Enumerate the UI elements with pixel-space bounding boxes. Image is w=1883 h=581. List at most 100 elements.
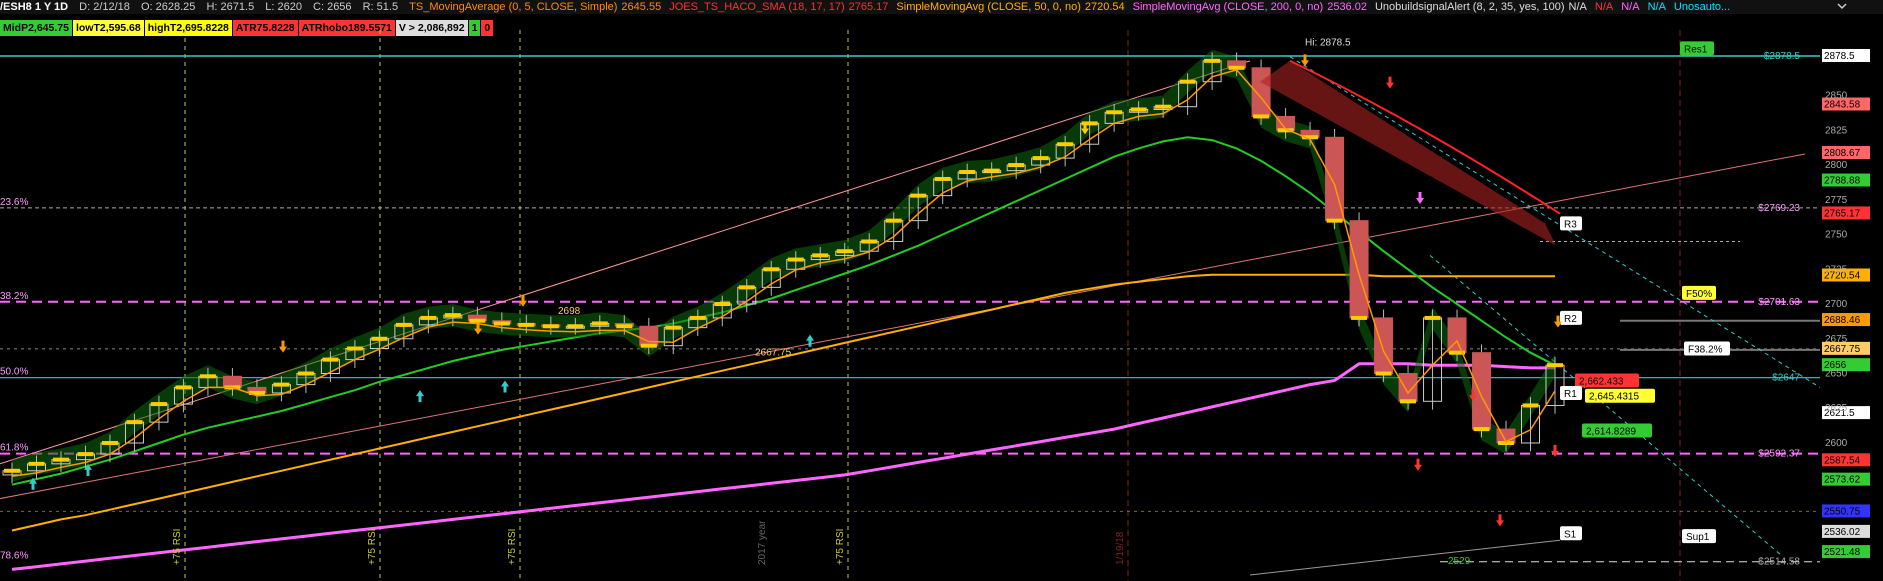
candle-marker — [1032, 156, 1049, 161]
level-tag-text: R3 — [1564, 219, 1577, 230]
candle-marker — [420, 315, 437, 320]
candle-marker — [1351, 315, 1368, 320]
candle-marker — [1522, 403, 1539, 408]
candle-marker — [787, 257, 804, 262]
candle-marker — [346, 346, 363, 351]
candle-body — [1374, 317, 1394, 375]
candle-marker — [1204, 58, 1221, 63]
candle-marker — [542, 324, 559, 329]
candle-marker — [934, 176, 951, 181]
axis-badge: 2878.5 — [1822, 48, 1870, 62]
axis-badge: 2536.02 — [1822, 524, 1870, 538]
y-tick-label: 2600 — [1825, 438, 1848, 449]
candle-body — [1398, 373, 1418, 402]
axis-badge-text: 2573.62 — [1824, 475, 1861, 486]
candle — [1374, 309, 1394, 382]
candle-body — [1349, 220, 1369, 319]
trendline — [1249, 539, 1561, 576]
x-axis-label: +75 RSI — [367, 529, 378, 565]
axis-badge-text: 2788.88 — [1824, 176, 1861, 187]
candle — [1349, 212, 1369, 327]
y-tick-label: 2750 — [1825, 230, 1848, 241]
price-label: $2647 — [1772, 373, 1800, 384]
candle-marker — [567, 324, 584, 329]
candle-marker — [910, 193, 927, 198]
candle-body — [1251, 67, 1271, 117]
y-tick-label: 2850 — [1825, 91, 1848, 102]
level-tag: 2,614.8289 — [1582, 423, 1652, 438]
arrow-down-icon — [1496, 514, 1504, 527]
level-tag: F38.2% — [1684, 341, 1730, 356]
chart-annotation: 2667.75 — [755, 347, 792, 358]
candle-marker — [714, 302, 731, 307]
sma50-line — [11, 273, 1555, 532]
level-tag: Res1 — [1680, 41, 1714, 56]
y-tick-label: 2725 — [1825, 264, 1848, 275]
candle-marker — [175, 385, 192, 390]
level-tag-text: F50% — [1686, 289, 1712, 300]
candle-marker — [983, 168, 1000, 173]
chart-annotation: Hi: 2878.5 — [1305, 38, 1351, 49]
axis-badge-text: 2765.17 — [1824, 208, 1861, 219]
price-label: $2514.58 — [1758, 557, 1800, 568]
level-tag: R3 — [1560, 216, 1582, 231]
candle-marker — [469, 318, 486, 323]
axis-badge: 2550.75 — [1822, 504, 1870, 517]
candle-marker — [126, 420, 143, 425]
candle — [1325, 128, 1345, 229]
candle-marker — [836, 249, 853, 254]
axis-badge: 2587.54 — [1822, 453, 1870, 467]
arrow-down-icon — [279, 340, 287, 353]
level-tag-text: S1 — [1564, 529, 1577, 540]
axis-badge-text: 2808.67 — [1824, 148, 1861, 159]
price-label: $2769.23 — [1758, 203, 1800, 214]
candle-marker — [77, 452, 94, 457]
candle-marker — [444, 313, 461, 318]
level-tag: R1 — [1560, 385, 1582, 400]
level-tag: 2,645.4315 — [1585, 388, 1655, 403]
candle-marker — [101, 440, 118, 445]
axis-badge-text: 2587.54 — [1824, 455, 1861, 466]
candle-marker — [1155, 104, 1172, 109]
candle-body — [639, 325, 659, 347]
candle-marker — [1106, 110, 1123, 115]
x-axis-label: 1/19/18 — [1115, 531, 1126, 565]
y-tick-label: 2675 — [1825, 334, 1848, 345]
fib-label: 23.6% — [0, 197, 28, 208]
candle-marker — [591, 321, 608, 326]
arrow-down-icon — [1551, 444, 1559, 457]
downtrend-band — [1260, 60, 1556, 246]
candle-marker — [885, 218, 902, 223]
candle-body — [1472, 352, 1492, 430]
x-axis-label: +75 RSI — [835, 529, 846, 565]
price-chart[interactable]: $2878.5 $2769.23 $2701.63 $2647 $2592.37 $251… — [0, 0, 1883, 581]
fib-label: 50.0% — [0, 367, 28, 378]
candle-marker — [1008, 163, 1025, 168]
chart-annotation: 2698 — [558, 306, 581, 317]
level-tag: Sup1 — [1682, 529, 1716, 544]
candle-marker — [763, 267, 780, 272]
fib-label: 78.6% — [0, 551, 28, 562]
candle-marker — [812, 253, 829, 258]
y-tick-label: 2825 — [1825, 125, 1848, 136]
level-tag-text: Res1 — [1684, 44, 1708, 55]
candle-marker — [297, 371, 314, 376]
candle-marker — [1424, 315, 1441, 320]
candle-marker — [371, 336, 388, 341]
axis-badge-text: 2878.5 — [1824, 51, 1855, 62]
level-tag-text: R2 — [1564, 314, 1577, 325]
y-tick-label: 2700 — [1825, 299, 1848, 310]
axis-badge: 2808.67 — [1822, 146, 1870, 160]
candle-marker — [322, 357, 339, 362]
candle-marker — [52, 457, 69, 462]
y-tick-label: 2800 — [1825, 160, 1848, 171]
candle-marker — [959, 170, 976, 175]
candle-marker — [4, 468, 20, 473]
candle-marker — [1326, 218, 1343, 223]
fib-label: 61.8% — [0, 443, 28, 454]
y-tick-label: 2625 — [1825, 403, 1848, 414]
level-tag: S1 — [1560, 526, 1582, 541]
candle-marker — [861, 239, 878, 244]
x-axis-label: +75 RSI — [172, 529, 183, 565]
arrow-up-icon — [501, 380, 509, 393]
